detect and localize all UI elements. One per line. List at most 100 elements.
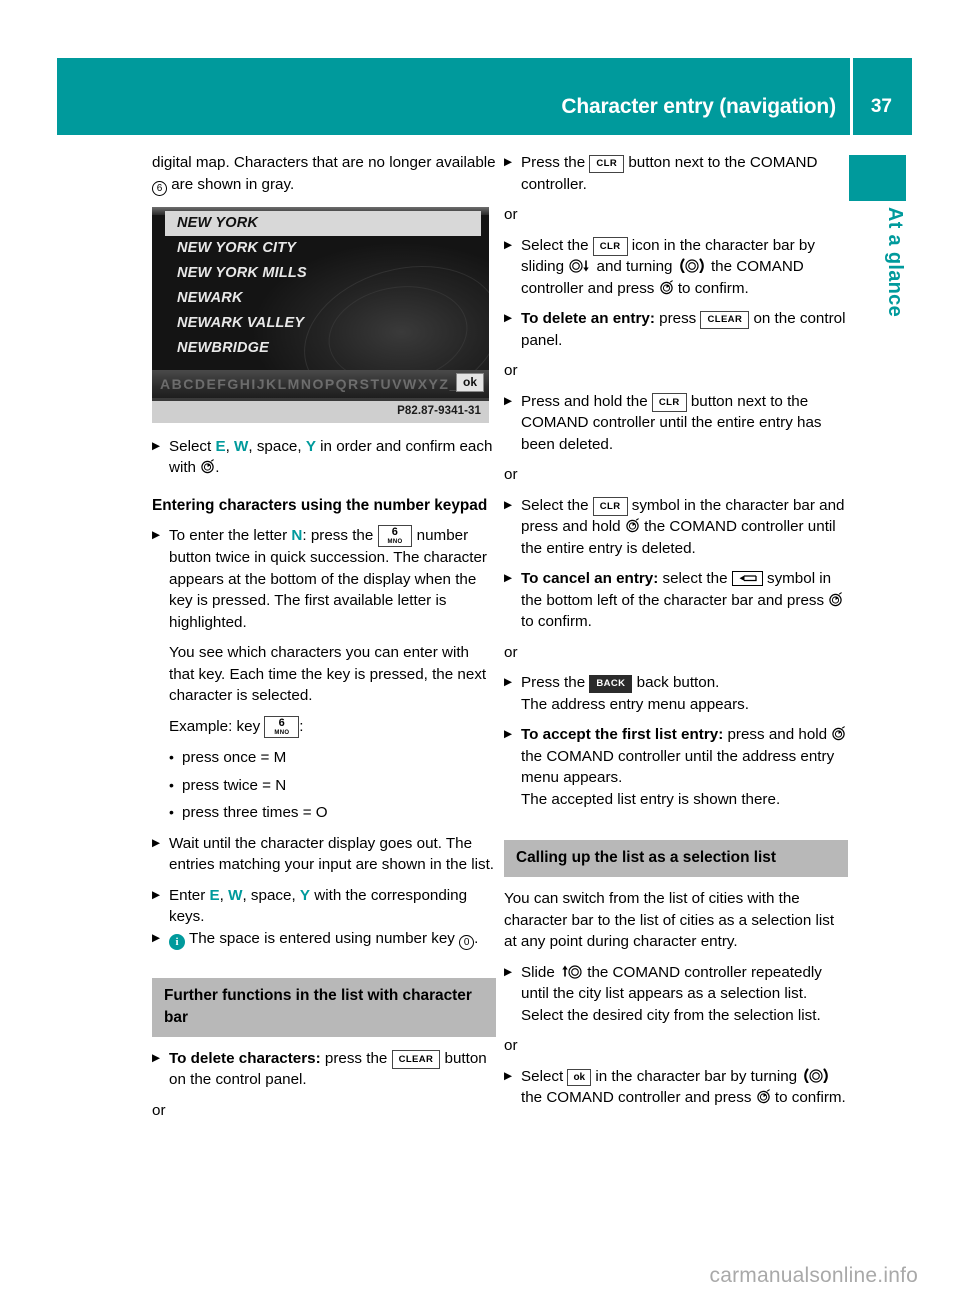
- chapter-tab-marker: [849, 155, 906, 201]
- subheading-number-keypad: Entering characters using the number key…: [152, 496, 488, 514]
- step-text-mid: : press the: [302, 527, 378, 544]
- step-text-suffix: to confirm.: [673, 279, 749, 297]
- step-slide-controller: Slide the COMAND controller repeatedly u…: [504, 962, 848, 1005]
- list-item[interactable]: NEWARK: [152, 286, 489, 311]
- screen-ok-button[interactable]: ok: [455, 372, 484, 392]
- step-enter-characters: Enter E, W, space, Y with the correspond…: [152, 885, 496, 928]
- list-item[interactable]: NEW YORK: [165, 210, 481, 236]
- step-text-mid2: the COMAND controller until the address …: [521, 747, 835, 787]
- comand-press-icon: [625, 518, 640, 533]
- info-icon: i: [169, 933, 185, 950]
- list-item[interactable]: NEWBRIDGE: [152, 336, 489, 361]
- step-text: Enter: [169, 886, 210, 904]
- list-item: press once = M: [152, 747, 496, 769]
- comand-press-icon: [659, 279, 674, 295]
- step-enter-letter-n: To enter the letter N: press the 6MNO nu…: [152, 525, 496, 633]
- page-title: Character entry (navigation): [561, 95, 836, 118]
- paragraph-you-see: You see which characters you can enter w…: [169, 644, 487, 705]
- or-separator: or: [504, 1037, 518, 1054]
- comand-turn-icon: [677, 258, 707, 273]
- step-text: Select the: [521, 236, 593, 254]
- step-text: Press the: [521, 154, 590, 171]
- key-clear-icon: CLEAR: [391, 1050, 441, 1069]
- key-clr-icon: CLR: [589, 154, 625, 173]
- step-text: Select: [521, 1067, 568, 1085]
- note-space-key: i The space is entered using number key …: [152, 928, 496, 950]
- step-text-mid2: the COMAND controller and press: [521, 1089, 756, 1106]
- list-item[interactable]: NEW YORK MILLS: [152, 261, 489, 286]
- char-space: space: [250, 886, 292, 904]
- step-label-bold: To delete characters:: [169, 1049, 321, 1067]
- intro-text-part1: digital map. Characters that are no long…: [152, 154, 496, 171]
- character-bar-letters-text: ABCDEFGHIJKLMNOPQRSTUVWXYZ_: [160, 375, 459, 392]
- char-e: E: [209, 886, 220, 904]
- comand-slide-down-icon: [568, 258, 592, 273]
- step-select-clr-icon: Select the CLR icon in the character bar…: [504, 235, 848, 300]
- section-heading-selection-list: Calling up the list as a selection list: [504, 840, 848, 877]
- callout-6-icon: 6: [152, 180, 167, 196]
- callout-0-icon: 0: [459, 934, 475, 950]
- step-delete-characters: To delete characters: press the CLEAR bu…: [152, 1048, 496, 1091]
- char-y: Y: [299, 886, 311, 904]
- note-text-suffix: .: [474, 929, 479, 947]
- key-6-letters: MNO: [274, 729, 290, 736]
- step-text-suffix: to confirm.: [770, 1089, 846, 1106]
- character-bar-letters[interactable]: ABCDEFGHIJKLMNOPQRSTUVWXYZ_: [152, 369, 489, 398]
- example-prefix: Example: key: [169, 717, 265, 735]
- list-item[interactable]: NEWARK VALLEY: [152, 311, 489, 336]
- step-select-clr-symbol-hold: Select the CLR symbol in the character b…: [504, 495, 848, 560]
- keypress-bullet-list: press once = M press twice = N press thr…: [152, 747, 496, 824]
- comand-turn-icon: [801, 1067, 831, 1083]
- char-e: E: [215, 437, 226, 455]
- or-separator: or: [504, 643, 518, 661]
- list-item[interactable]: NEW YORK CITY: [152, 236, 489, 261]
- step-wait-display: Wait until the character display goes ou…: [152, 833, 496, 876]
- step-press-clr-button: Press the CLR button next to the COMAND …: [504, 152, 848, 195]
- comand-screenshot-figure: NEW YORK NEW YORK CITY NEW YORK MILLS NE…: [152, 206, 489, 423]
- step-text: To enter the letter: [169, 527, 292, 544]
- figure-caption: P82.87-9341-31: [397, 404, 481, 417]
- left-column: digital map. Characters that are no long…: [152, 152, 496, 1130]
- paragraph-switch-list: You can switch from the list of cities w…: [504, 890, 835, 950]
- step-text-suffix: to confirm.: [521, 613, 592, 630]
- key-clear-icon: CLEAR: [700, 310, 750, 329]
- section-heading-further-functions: Further functions in the list with chara…: [152, 977, 496, 1037]
- key-ok-icon: ok: [567, 1069, 592, 1086]
- intro-paragraph: digital map. Characters that are no long…: [152, 152, 496, 196]
- paragraph-example: Example: key 6 MNO:: [152, 716, 496, 739]
- step-press-back-button: Press the BACK back button.: [504, 672, 848, 694]
- step-select-characters: Select E, W, space, Y in order and confi…: [152, 436, 496, 479]
- step-text: Press the: [521, 674, 590, 691]
- key-6-mno-icon: 6 MNO: [264, 716, 300, 739]
- or-separator: or: [504, 206, 518, 223]
- return-symbol-icon: [731, 571, 763, 586]
- key-clr-icon: CLR: [651, 393, 687, 412]
- key-clr-icon: CLR: [592, 237, 628, 256]
- intro-text-part2: are shown in gray.: [167, 175, 295, 193]
- step-text: Press and hold the: [521, 392, 652, 410]
- step-label-bold: To cancel an entry:: [521, 570, 659, 587]
- key-6-mno-icon: 6 MNO: [377, 525, 413, 548]
- page-header: Character entry (navigation) 37: [57, 58, 912, 135]
- result-address-entry-menu: The address entry menu appears.: [521, 695, 749, 713]
- comand-press-icon: [831, 726, 846, 741]
- figure-caption-bar: P82.87-9341-31: [152, 400, 489, 423]
- key-6-number: 6: [278, 717, 286, 730]
- note-text: The space is entered using number key: [188, 929, 460, 947]
- comand-press-icon: [756, 1089, 771, 1104]
- or-separator: or: [152, 1101, 166, 1119]
- list-item: press three times = O: [152, 802, 496, 824]
- step-label-bold: To accept the first list entry:: [521, 726, 724, 743]
- key-6-letters: MNO: [387, 539, 403, 545]
- page-number: 37: [870, 96, 892, 117]
- step-text-mid: press: [654, 310, 701, 327]
- step-text-mid1: in the character bar by turning: [591, 1067, 802, 1085]
- step-text-mid1: press and hold: [723, 726, 832, 743]
- step-text: Select the: [521, 496, 593, 514]
- key-clr-icon: CLR: [592, 497, 628, 516]
- step-delete-entry: To delete an entry: press CLEAR on the c…: [504, 308, 848, 351]
- step-select-ok: Select ok in the character bar by turnin…: [504, 1066, 848, 1109]
- result-accepted-entry: The accepted list entry is shown there.: [521, 790, 781, 808]
- chapter-tab-label: At a glance: [884, 207, 906, 317]
- step-text: Slide: [521, 963, 559, 981]
